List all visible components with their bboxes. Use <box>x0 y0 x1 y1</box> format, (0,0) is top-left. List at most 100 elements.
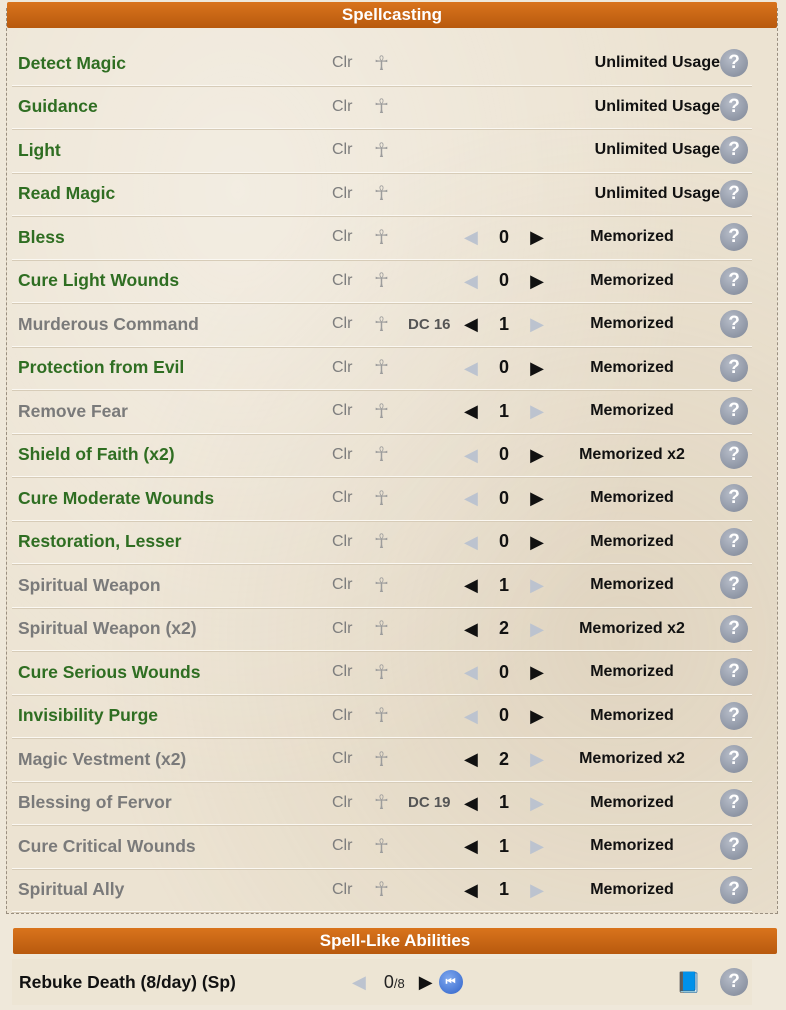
spell-name[interactable]: Read Magic <box>18 173 115 216</box>
increase-count-button[interactable]: ▶ <box>530 315 544 333</box>
decrease-count-button[interactable]: ◀ <box>464 272 478 290</box>
decrease-count-button[interactable]: ◀ <box>464 750 478 768</box>
help-icon[interactable]: ? <box>720 49 748 78</box>
help-icon[interactable]: ? <box>720 875 748 904</box>
help-icon[interactable]: ? <box>720 614 748 643</box>
decrease-count-button[interactable]: ◀ <box>464 837 478 855</box>
spell-name[interactable]: Bless <box>18 216 65 259</box>
spell-name[interactable]: Shield of Faith (x2) <box>18 434 175 477</box>
spell-row: Protection from Evil Clr ☥ ◀ 0 ▶ Memorized? <box>12 347 752 390</box>
spell-name[interactable]: Magic Vestment (x2) <box>18 738 186 781</box>
increase-count-button[interactable]: ▶ <box>530 533 544 551</box>
help-icon[interactable]: ? <box>720 788 748 817</box>
spell-row: Spiritual Weapon (x2) Clr ☥ ◀ 2 ▶ Memorized x2… <box>12 608 752 651</box>
increase-count-button[interactable]: ▶ <box>530 794 544 812</box>
help-icon[interactable]: ? <box>720 968 748 996</box>
spell-name[interactable]: Protection from Evil <box>18 347 184 390</box>
increase-count-button[interactable]: ▶ <box>530 620 544 638</box>
decrease-count-button[interactable]: ◀ <box>464 446 478 464</box>
help-icon[interactable]: ? <box>720 440 748 469</box>
help-icon[interactable]: ? <box>720 92 748 121</box>
help-icon[interactable]: ? <box>720 658 748 687</box>
uses-readout: 0/8 <box>384 972 405 993</box>
spell-name[interactable]: Guidance <box>18 86 98 129</box>
ability-name[interactable]: Rebuke Death (8/day) (Sp) <box>19 959 236 1005</box>
spell-class: Clr <box>332 663 353 681</box>
decrease-count-button[interactable]: ◀ <box>464 576 478 594</box>
spell-name[interactable]: Murderous Command <box>18 303 199 346</box>
help-icon[interactable]: ? <box>720 310 748 339</box>
increase-count-button[interactable]: ▶ <box>530 750 544 768</box>
decrease-count-button[interactable]: ◀ <box>464 315 478 333</box>
increase-count-button[interactable]: ▶ <box>530 489 544 507</box>
spell-status: Memorized <box>590 489 674 507</box>
spell-name[interactable]: Cure Moderate Wounds <box>18 477 214 520</box>
help-icon[interactable]: ? <box>720 223 748 252</box>
help-icon[interactable]: ? <box>720 484 748 513</box>
spell-row: Spiritual Weapon Clr ☥ ◀ 1 ▶ Memorized? <box>12 564 752 608</box>
increase-count-button[interactable]: ▶ <box>530 707 544 725</box>
help-icon[interactable]: ? <box>720 266 748 295</box>
spell-row: Shield of Faith (x2) Clr ☥ ◀ 0 ▶ Memorized x2? <box>12 434 752 477</box>
help-icon[interactable]: ? <box>720 136 748 165</box>
decrease-count-button[interactable]: ◀ <box>464 794 478 812</box>
decrease-count-button[interactable]: ◀ <box>464 663 478 681</box>
increase-count-button[interactable]: ▶ <box>530 837 544 855</box>
spell-name[interactable]: Light <box>18 129 61 172</box>
decrease-count-button[interactable]: ◀ <box>464 620 478 638</box>
spell-class: Clr <box>332 532 353 550</box>
rewind-icon[interactable]: ⏮ <box>438 970 463 994</box>
decrease-count-button[interactable]: ◀ <box>464 881 478 899</box>
spell-row: Blessing of Fervor Clr ☥ DC 19 ◀ 1 ▶ Memorized? <box>12 782 752 825</box>
spell-status: Unlimited Usage <box>594 54 720 72</box>
decrease-uses-button[interactable]: ◀ <box>352 973 366 991</box>
increase-count-button[interactable]: ▶ <box>530 402 544 420</box>
decrease-count-button[interactable]: ◀ <box>464 489 478 507</box>
spell-status: Memorized <box>590 837 674 855</box>
help-icon[interactable]: ? <box>720 527 748 556</box>
cast-counter: ◀ 0 ▶ <box>464 216 544 259</box>
spellbook-icon[interactable]: 📘 <box>676 970 701 995</box>
increase-count-button[interactable]: ▶ <box>530 272 544 290</box>
help-icon[interactable]: ? <box>720 571 748 600</box>
spell-status: Memorized <box>590 880 674 898</box>
ankh-icon: ☥ <box>374 618 389 641</box>
decrease-count-button[interactable]: ◀ <box>464 707 478 725</box>
spell-row: Remove Fear Clr ☥ ◀ 1 ▶ Memorized? <box>12 390 752 434</box>
help-icon[interactable]: ? <box>720 353 748 382</box>
spell-name[interactable]: Cure Critical Wounds <box>18 825 196 868</box>
increase-count-button[interactable]: ▶ <box>530 881 544 899</box>
spell-name[interactable]: Cure Serious Wounds <box>18 651 200 694</box>
decrease-count-button[interactable]: ◀ <box>464 228 478 246</box>
decrease-count-button[interactable]: ◀ <box>464 402 478 420</box>
spell-status: Memorized <box>590 358 674 376</box>
spell-name[interactable]: Invisibility Purge <box>18 695 158 738</box>
increase-count-button[interactable]: ▶ <box>530 228 544 246</box>
help-icon[interactable]: ? <box>720 745 748 774</box>
increase-count-button[interactable]: ▶ <box>530 663 544 681</box>
spell-name[interactable]: Spiritual Ally <box>18 869 124 912</box>
help-icon[interactable]: ? <box>720 397 748 426</box>
spell-name[interactable]: Restoration, Lesser <box>18 521 181 564</box>
spell-name[interactable]: Cure Light Wounds <box>18 260 179 303</box>
spell-class: Clr <box>332 141 353 159</box>
decrease-count-button[interactable]: ◀ <box>464 359 478 377</box>
spell-name[interactable]: Detect Magic <box>18 42 126 85</box>
cast-count: 0 <box>498 661 509 682</box>
spell-name[interactable]: Remove Fear <box>18 390 128 433</box>
help-icon[interactable]: ? <box>720 832 748 861</box>
spell-name[interactable]: Spiritual Weapon <box>18 564 161 607</box>
help-icon[interactable]: ? <box>720 701 748 730</box>
spell-name[interactable]: Blessing of Fervor <box>18 782 172 825</box>
decrease-count-button[interactable]: ◀ <box>464 533 478 551</box>
increase-uses-button[interactable]: ▶ <box>419 973 433 991</box>
spell-row: Restoration, Lesser Clr ☥ ◀ 0 ▶ Memorized? <box>12 521 752 564</box>
ankh-icon: ☥ <box>374 226 389 249</box>
increase-count-button[interactable]: ▶ <box>530 576 544 594</box>
cast-counter: ◀ 1 ▶ <box>464 390 544 433</box>
spell-name[interactable]: Spiritual Weapon (x2) <box>18 608 197 651</box>
increase-count-button[interactable]: ▶ <box>530 446 544 464</box>
help-icon[interactable]: ? <box>720 179 748 208</box>
spell-class: Clr <box>332 54 353 72</box>
increase-count-button[interactable]: ▶ <box>530 359 544 377</box>
